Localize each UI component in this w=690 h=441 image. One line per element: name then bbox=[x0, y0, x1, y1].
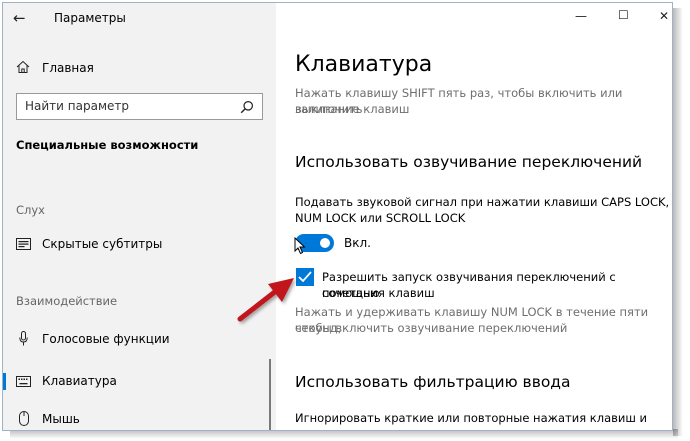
search-box[interactable] bbox=[16, 93, 263, 120]
sidebar-section-title: Специальные возможности bbox=[16, 138, 199, 152]
annotation-arrow-icon bbox=[237, 278, 294, 322]
minimize-button[interactable]: — bbox=[575, 9, 587, 23]
toggle-keys-heading: Использовать озвучивание переключений bbox=[295, 153, 643, 171]
close-button[interactable]: ✕ bbox=[659, 9, 669, 23]
sidebar-scrollbar[interactable] bbox=[269, 359, 271, 430]
checkbox-label-2[interactable]: сочетания клавиш bbox=[322, 285, 435, 301]
main-content: — ☐ ✕ Клавиатура Нажать клавишу SHIFT пя… bbox=[276, 3, 672, 430]
maximize-button[interactable]: ☐ bbox=[618, 8, 629, 22]
window-shadow-right bbox=[673, 8, 683, 436]
filter-keys-desc-1: Игнорировать краткие или повторные нажат… bbox=[295, 411, 648, 425]
toggle-keys-desc-2: NUM LOCK или SCROLL LOCK bbox=[295, 211, 466, 225]
sidebar-item-mouse[interactable]: Мышь bbox=[3, 406, 276, 430]
sidebar-item-keyboard[interactable]: Клавиатура bbox=[3, 365, 276, 399]
keyboard-icon bbox=[16, 376, 31, 387]
toggle-state-label: Вкл. bbox=[344, 236, 371, 250]
mouse-icon bbox=[19, 411, 29, 426]
sidebar-item-mouse-label: Мышь bbox=[42, 412, 80, 426]
filter-keys-heading: Использовать фильтрацию ввода bbox=[295, 373, 571, 391]
toggle-knob bbox=[320, 238, 330, 248]
sidebar: ← Параметры Главная Специальные возможно… bbox=[3, 3, 276, 430]
sidebar-item-keyboard-label: Клавиатура bbox=[42, 374, 117, 388]
mouse-cursor-icon bbox=[294, 237, 306, 255]
window-title: Параметры bbox=[54, 11, 126, 25]
sidebar-item-speech-label: Голосовые функции bbox=[42, 332, 170, 346]
search-icon[interactable] bbox=[240, 100, 254, 114]
sidebar-group-hearing: Слух bbox=[16, 203, 45, 217]
sticky-keys-desc-2: залипание клавиш bbox=[295, 102, 410, 116]
microphone-icon bbox=[19, 331, 28, 346]
back-arrow-icon[interactable]: ← bbox=[13, 9, 26, 27]
captions-icon bbox=[16, 238, 31, 250]
toggle-keys-desc-1: Подавать звуковой сигнал при нажатии кла… bbox=[295, 195, 670, 209]
sidebar-group-interaction: Взаимодействие bbox=[16, 294, 118, 308]
toggle-keys-hint-2: чтобы включить озвучивание переключений bbox=[295, 321, 568, 335]
sidebar-item-home[interactable]: Главная bbox=[3, 55, 276, 89]
sidebar-item-captions[interactable]: Скрытые субтитры bbox=[3, 228, 276, 262]
page-title: Клавиатура bbox=[295, 52, 433, 77]
search-input[interactable] bbox=[25, 99, 225, 113]
sidebar-item-captions-label: Скрытые субтитры bbox=[42, 237, 163, 251]
settings-window: ← Параметры Главная Специальные возможно… bbox=[2, 2, 673, 431]
sidebar-item-home-label: Главная bbox=[42, 61, 94, 75]
active-indicator bbox=[3, 373, 6, 390]
home-icon bbox=[16, 60, 30, 73]
